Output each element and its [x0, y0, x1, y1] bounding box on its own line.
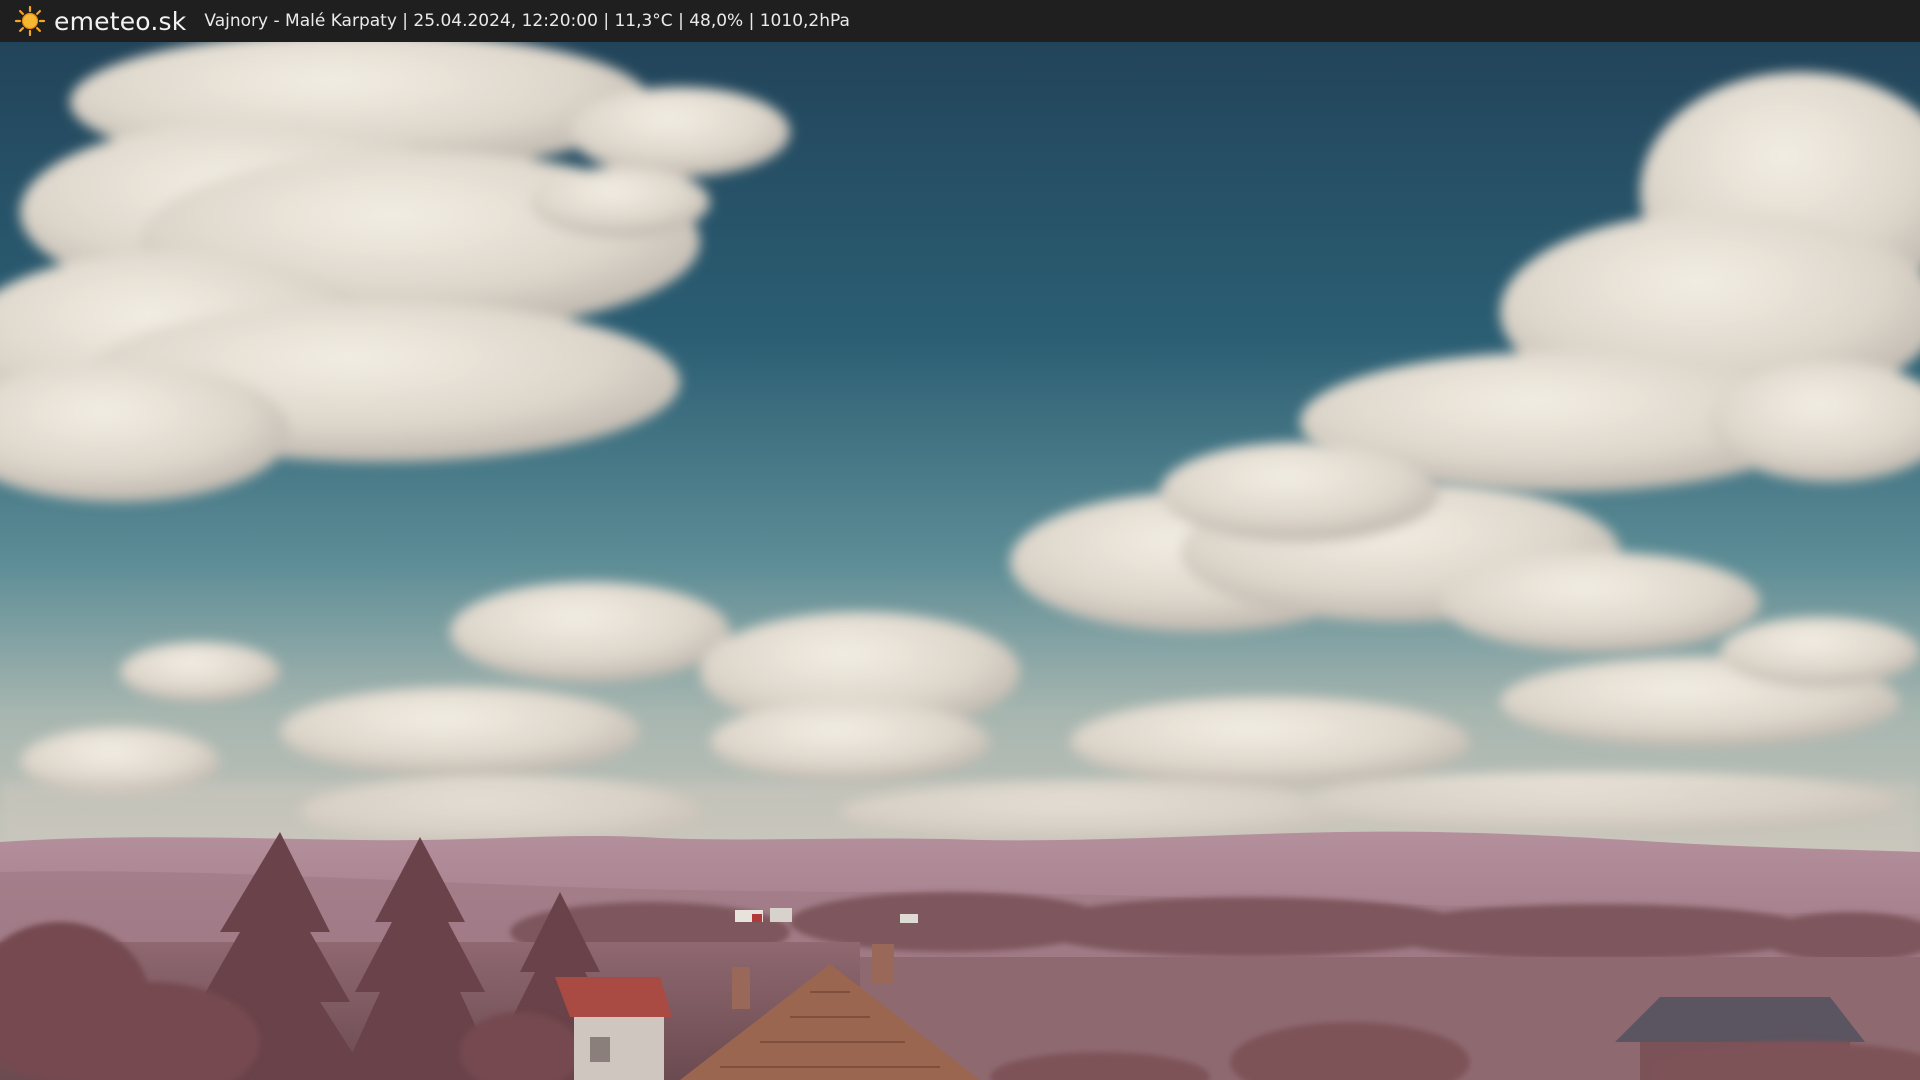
station-caption: Vajnory - Malé Karpaty | 25.04.2024, 12:…: [204, 11, 850, 31]
landscape-illustration: [0, 42, 1920, 1080]
webcam-image: [0, 42, 1920, 1080]
brand-logo[interactable]: emeteo.sk: [14, 5, 186, 37]
brand-name: emeteo.sk: [54, 6, 187, 36]
caption-bar: emeteo.sk Vajnory - Malé Karpaty | 25.04…: [0, 0, 1920, 42]
sun-icon: [14, 5, 46, 37]
webcam-frame: emeteo.sk Vajnory - Malé Karpaty | 25.04…: [0, 0, 1920, 1080]
